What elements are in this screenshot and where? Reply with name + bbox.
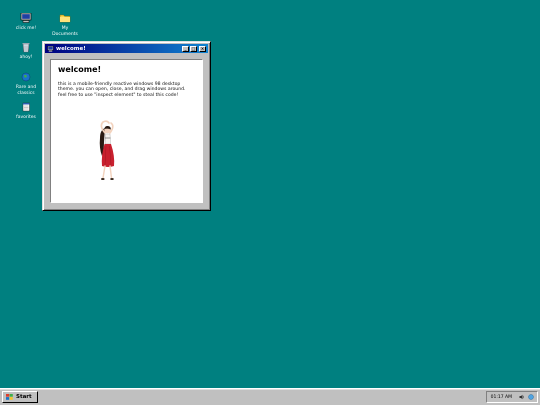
minimize-button[interactable]: _ [182, 45, 189, 52]
welcome-heading: welcome! [58, 65, 102, 74]
welcome-window[interactable]: welcome! _ □ × welcome! this is a mobile… [42, 41, 211, 211]
close-button[interactable]: × [199, 45, 206, 52]
window-title: welcome! [56, 45, 86, 52]
maximize-button[interactable]: □ [190, 45, 197, 52]
taskbar: Start 01:17 AM [0, 388, 540, 405]
desktop-icon-label: ahoy! [19, 55, 33, 60]
volume-icon[interactable] [519, 394, 525, 400]
desktop-icon-ahoy[interactable]: ahoy! [8, 40, 44, 61]
system-tray: 01:17 AM [486, 391, 538, 403]
start-label: Start [16, 394, 32, 400]
desktop-icon-label: favorites [16, 115, 36, 120]
desktop-icon-click-me[interactable]: click me! [8, 11, 44, 32]
start-button[interactable]: Start [2, 391, 38, 403]
computer-icon [47, 45, 54, 52]
window-titlebar[interactable]: welcome! _ □ × [45, 44, 208, 53]
windows-logo-icon [6, 394, 13, 400]
desktop-icon-rare-and-classics[interactable]: Rare and classics [8, 70, 44, 96]
computer-icon [18, 11, 34, 25]
desktop-icon-label: click me! [15, 26, 37, 31]
desktop-icon-label: My Documents [52, 26, 78, 37]
dancing-girl-illustration [99, 120, 115, 180]
window-content: welcome! this is a mobile-friendly react… [50, 59, 203, 203]
welcome-text: this is a mobile-friendly reactive windo… [58, 82, 186, 98]
desktop-icon-favorites[interactable]: favorites [8, 100, 44, 121]
recycle-bin-icon [18, 40, 34, 54]
globe-icon [18, 70, 34, 84]
desktop-icon-my-documents[interactable]: My Documents [47, 11, 83, 37]
folder-icon [57, 11, 73, 25]
desktop-icon-label: Rare and classics [15, 85, 37, 96]
clock[interactable]: 01:17 AM [491, 395, 512, 400]
network-icon[interactable] [528, 394, 534, 400]
notepad-icon [18, 100, 34, 114]
